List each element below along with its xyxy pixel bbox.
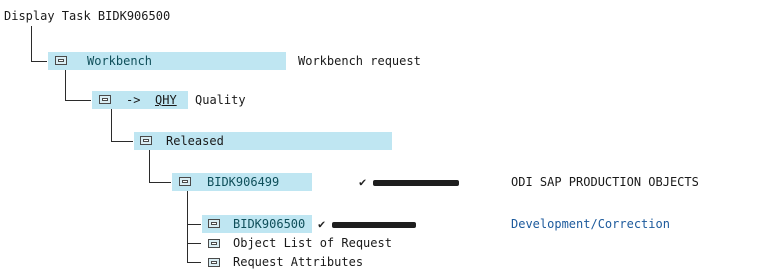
folder-icon[interactable] bbox=[208, 258, 220, 267]
folder-icon[interactable] bbox=[99, 95, 111, 104]
folder-icon[interactable] bbox=[208, 239, 220, 248]
tree-connector bbox=[65, 100, 91, 101]
folder-icon[interactable] bbox=[55, 56, 67, 65]
tree-connector bbox=[187, 224, 201, 225]
task-display-screen: Display Task BIDK906500 Workbench Workbe… bbox=[0, 0, 771, 274]
workbench-node-description: Workbench request bbox=[298, 54, 421, 68]
tree-connector bbox=[111, 109, 112, 142]
parent-request-id[interactable]: BIDK906499 bbox=[207, 173, 279, 191]
page-title: Display Task BIDK906500 bbox=[4, 9, 171, 23]
redacted-owner bbox=[373, 180, 459, 186]
workbench-node-highlight bbox=[48, 52, 286, 70]
folder-icon[interactable] bbox=[208, 219, 220, 228]
task-id[interactable]: BIDK906500 bbox=[233, 215, 305, 233]
object-list-node[interactable]: Object List of Request bbox=[233, 234, 392, 252]
redacted-owner bbox=[332, 222, 416, 228]
workbench-node-label[interactable]: Workbench bbox=[87, 52, 152, 70]
tree-connector bbox=[31, 26, 32, 62]
tree-connector bbox=[31, 61, 47, 62]
tree-connector bbox=[187, 243, 201, 244]
target-arrow: -> bbox=[126, 93, 141, 107]
tree-connector bbox=[187, 262, 201, 263]
target-node-label: Quality bbox=[195, 93, 246, 107]
tree-connector bbox=[149, 182, 171, 183]
checkmark-icon: ✔ bbox=[359, 175, 367, 189]
task-description[interactable]: Development/Correction bbox=[511, 215, 670, 233]
tree-connector bbox=[111, 141, 133, 142]
target-system[interactable]: QHY bbox=[155, 91, 177, 109]
tree-connector bbox=[149, 150, 150, 183]
folder-icon[interactable] bbox=[179, 177, 191, 186]
checkmark-icon: ✔ bbox=[318, 217, 326, 231]
released-node-label[interactable]: Released bbox=[166, 132, 224, 150]
request-attributes-node[interactable]: Request Attributes bbox=[233, 253, 363, 271]
folder-icon[interactable] bbox=[140, 136, 152, 145]
tree-connector bbox=[187, 191, 188, 263]
tree-connector bbox=[65, 70, 66, 101]
parent-request-description: ODI SAP PRODUCTION OBJECTS bbox=[511, 175, 699, 189]
